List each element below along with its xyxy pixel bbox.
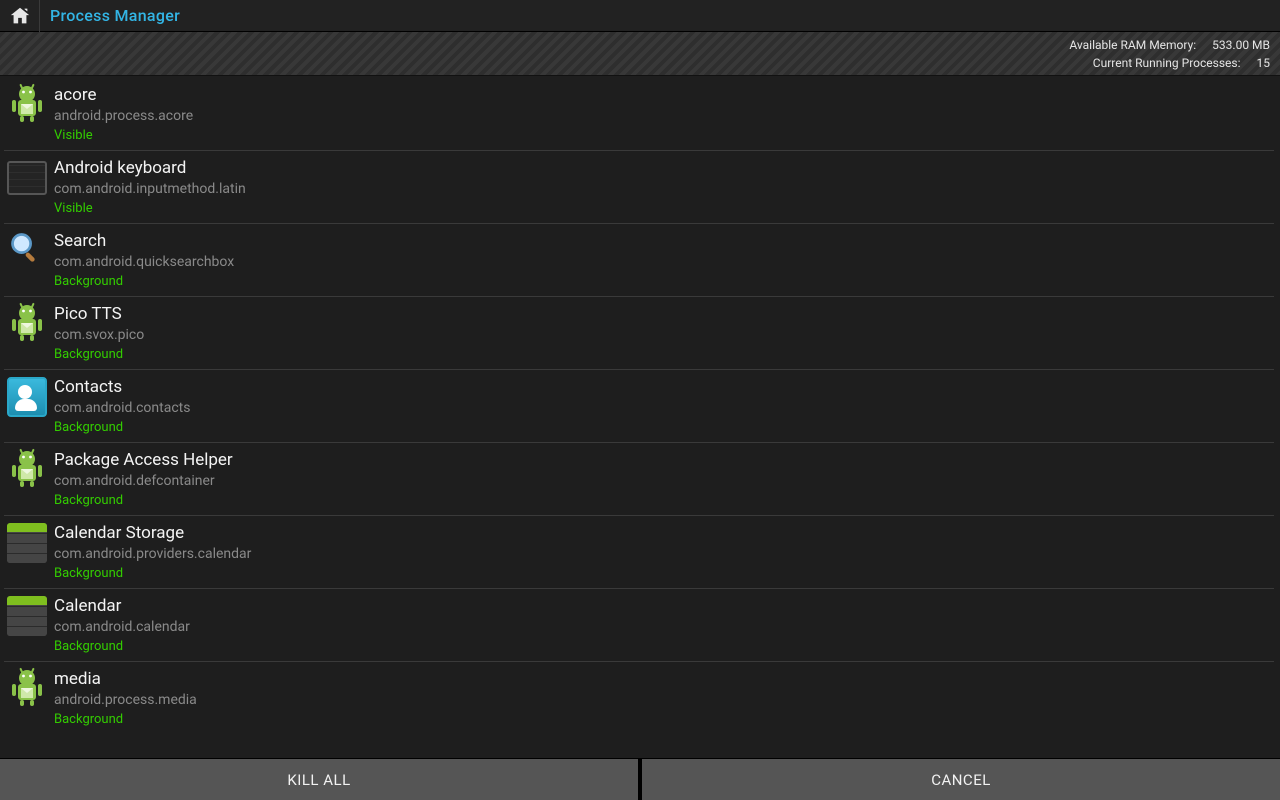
process-info: acore android.process.acore Visible — [54, 84, 193, 144]
process-row[interactable]: Contacts com.android.contacts Background — [4, 370, 1274, 443]
process-icon — [6, 303, 48, 345]
process-info: Android keyboard com.android.inputmethod.… — [54, 157, 246, 217]
process-state: Visible — [54, 200, 246, 217]
process-icon — [6, 230, 48, 272]
process-icon — [6, 157, 48, 199]
process-name: Pico TTS — [54, 304, 144, 324]
calendar-icon — [7, 523, 47, 563]
home-button[interactable] — [0, 0, 40, 32]
android-icon — [6, 666, 48, 712]
ram-label: Available RAM Memory: — [1069, 36, 1196, 54]
button-bar: KILL ALL CANCEL — [0, 758, 1280, 800]
contacts-icon — [7, 377, 47, 417]
process-row[interactable]: Package Access Helper com.android.defcont… — [4, 443, 1274, 516]
ram-value: 533.00 MB — [1212, 36, 1270, 54]
process-name: Contacts — [54, 377, 190, 397]
process-icon — [6, 449, 48, 491]
android-icon — [6, 301, 48, 347]
process-icon — [6, 595, 48, 637]
process-state: Background — [54, 273, 234, 290]
search-icon — [8, 230, 46, 272]
android-icon — [6, 82, 48, 128]
process-name: Calendar Storage — [54, 523, 251, 543]
proc-label: Current Running Processes: — [1093, 54, 1241, 72]
status-stripe: Available RAM Memory: 533.00 MB Current … — [0, 32, 1280, 76]
proc-value: 15 — [1257, 54, 1271, 72]
process-state: Background — [54, 419, 190, 436]
process-icon — [6, 522, 48, 564]
process-row[interactable]: Calendar com.android.calendar Background — [4, 589, 1274, 662]
home-icon — [9, 5, 31, 27]
process-info: Search com.android.quicksearchbox Backgrou… — [54, 230, 234, 290]
page-title: Process Manager — [40, 6, 180, 25]
process-package: com.android.defcontainer — [54, 472, 233, 490]
kill-all-button[interactable]: KILL ALL — [0, 758, 642, 800]
process-name: Android keyboard — [54, 158, 246, 178]
process-row[interactable]: Calendar Storage com.android.providers.ca… — [4, 516, 1274, 589]
process-state: Background — [54, 565, 251, 582]
process-icon — [6, 84, 48, 126]
process-info: media android.process.media Background — [54, 668, 197, 728]
process-info: Calendar Storage com.android.providers.ca… — [54, 522, 251, 582]
process-name: acore — [54, 85, 193, 105]
process-state: Background — [54, 711, 197, 728]
process-state: Visible — [54, 127, 193, 144]
process-icon — [6, 668, 48, 710]
process-row[interactable]: acore android.process.acore Visible — [4, 78, 1274, 151]
process-package: android.process.acore — [54, 107, 193, 125]
process-row[interactable]: media android.process.media Background — [4, 662, 1274, 734]
process-state: Background — [54, 638, 190, 655]
action-bar: Process Manager — [0, 0, 1280, 32]
process-list[interactable]: acoreandroid.process.acoreVisibleAndroid… — [0, 76, 1280, 758]
process-state: Background — [54, 492, 233, 509]
keyboard-icon — [7, 161, 47, 195]
process-info: Pico TTS com.svox.pico Background — [54, 303, 144, 363]
process-info: Calendar com.android.calendar Background — [54, 595, 190, 655]
process-package: com.android.calendar — [54, 618, 190, 636]
process-info: Package Access Helper com.android.defcont… — [54, 449, 233, 509]
process-package: com.android.providers.calendar — [54, 545, 251, 563]
process-row[interactable]: Android keyboard com.android.inputmethod.… — [4, 151, 1274, 224]
process-state: Background — [54, 346, 144, 363]
process-package: com.android.quicksearchbox — [54, 253, 234, 271]
process-row[interactable]: Search com.android.quicksearchbox Backgrou… — [4, 224, 1274, 297]
process-package: android.process.media — [54, 691, 197, 709]
process-row[interactable]: Pico TTS com.svox.pico Background — [4, 297, 1274, 370]
process-package: com.android.inputmethod.latin — [54, 180, 246, 198]
process-info: Contacts com.android.contacts Background — [54, 376, 190, 436]
android-icon — [6, 447, 48, 493]
process-name: Package Access Helper — [54, 450, 233, 470]
process-name: Search — [54, 231, 234, 251]
cancel-button[interactable]: CANCEL — [642, 758, 1280, 800]
process-icon — [6, 376, 48, 418]
process-package: com.svox.pico — [54, 326, 144, 344]
calendar-icon — [7, 596, 47, 636]
process-package: com.android.contacts — [54, 399, 190, 417]
process-name: Calendar — [54, 596, 190, 616]
process-name: media — [54, 669, 197, 689]
